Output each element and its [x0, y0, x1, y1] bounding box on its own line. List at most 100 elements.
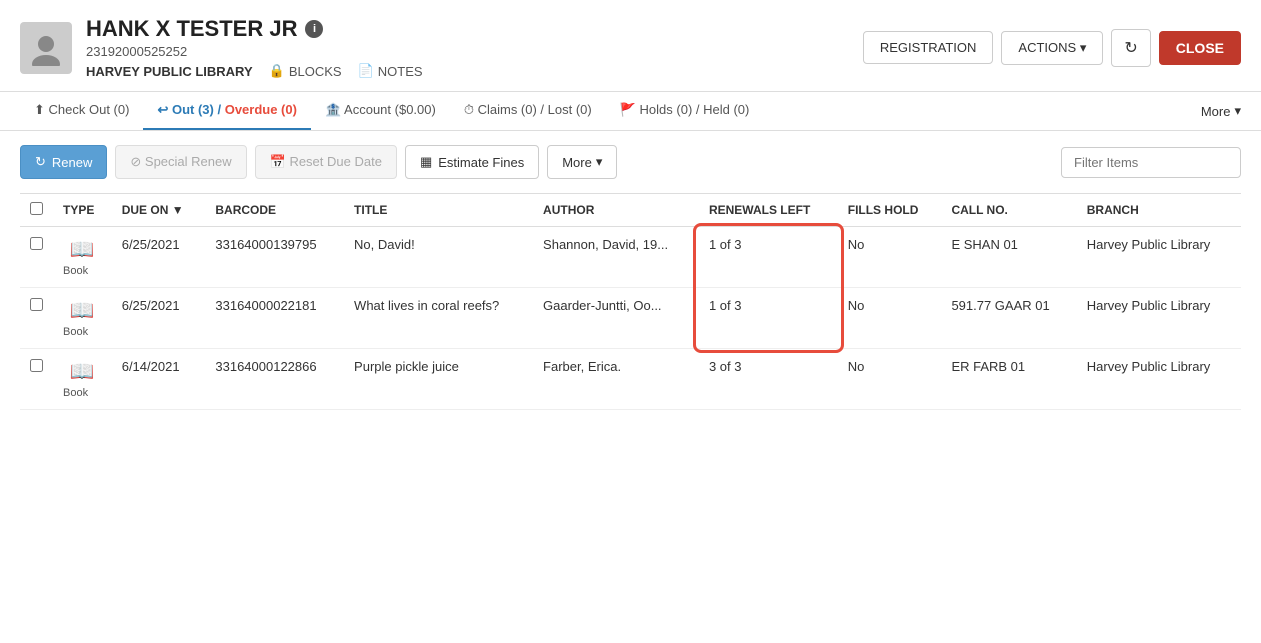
notes-link[interactable]: 📄 NOTES: [358, 63, 423, 79]
book-label: Book: [63, 326, 88, 338]
col-title: TITLE: [344, 194, 533, 227]
fines-icon: ▦: [420, 154, 432, 170]
row-barcode: 33164000022181: [205, 288, 344, 349]
table-row: 📖 Book 6/14/2021 33164000122866 Purple p…: [20, 349, 1241, 410]
col-due-on[interactable]: DUE ON ▼: [112, 194, 206, 227]
toolbar: ↻ Renew ⊘ Special Renew 📅 Reset Due Date…: [0, 131, 1261, 193]
col-call-no: CALL NO.: [941, 194, 1076, 227]
row-type: 📖 Book: [53, 349, 112, 410]
book-icon: 📖: [63, 359, 102, 384]
col-barcode: BARCODE: [205, 194, 344, 227]
col-checkbox: [20, 194, 53, 227]
holds-icon: 🚩: [620, 102, 636, 117]
row-branch: Harvey Public Library: [1077, 288, 1241, 349]
row-type: 📖 Book: [53, 227, 112, 288]
out-icon: ↩: [157, 102, 168, 117]
row-renewals-left: 1 of 3: [699, 288, 838, 349]
row-renewals-left: 3 of 3: [699, 349, 838, 410]
row-checkbox-cell: [20, 288, 53, 349]
row-due-on: 6/25/2021: [112, 227, 206, 288]
chevron-down-icon: ▾: [596, 154, 603, 170]
row-fills-hold: No: [838, 227, 942, 288]
row-checkbox[interactable]: [30, 359, 43, 372]
account-icon: 🏦: [325, 102, 341, 117]
special-renew-icon: ⊘: [130, 154, 141, 169]
items-table-wrap: TYPE DUE ON ▼ BARCODE TITLE AUTHOR RENEW…: [0, 193, 1261, 430]
table-row: 📖 Book 6/25/2021 33164000139795 No, Davi…: [20, 227, 1241, 288]
row-due-on: 6/25/2021: [112, 288, 206, 349]
row-call-no: ER FARB 01: [941, 349, 1076, 410]
filter-input[interactable]: [1061, 147, 1241, 178]
tab-account[interactable]: 🏦 Account ($0.00): [311, 92, 450, 130]
row-author: Farber, Erica.: [533, 349, 699, 410]
select-all-checkbox[interactable]: [30, 202, 43, 215]
chevron-down-icon: ▾: [1234, 103, 1241, 119]
col-fills-hold: FILLS HOLD: [838, 194, 942, 227]
row-call-no: 591.77 GAAR 01: [941, 288, 1076, 349]
row-title: What lives in coral reefs?: [344, 288, 533, 349]
row-fills-hold: No: [838, 288, 942, 349]
row-checkbox-cell: [20, 349, 53, 410]
tab-claims[interactable]: ⏱ Claims (0) / Lost (0): [450, 92, 606, 130]
patron-name: HANK X TESTER JR i: [86, 16, 423, 42]
claims-icon: ⏱: [464, 102, 474, 117]
patron-info: HANK X TESTER JR i 23192000525252 HARVEY…: [86, 16, 423, 79]
row-branch: Harvey Public Library: [1077, 349, 1241, 410]
tab-out-overdue[interactable]: ↩ Out (3) / Overdue (0): [143, 92, 311, 130]
tabs-more-button[interactable]: More ▾: [1201, 93, 1241, 129]
patron-buttons: REGISTRATION ACTIONS ▾ ↻ CLOSE: [863, 29, 1241, 67]
library-name: HARVEY PUBLIC LIBRARY: [86, 64, 253, 79]
tab-holds[interactable]: 🚩 Holds (0) / Held (0): [606, 92, 764, 130]
row-fills-hold: No: [838, 349, 942, 410]
table-header-row: TYPE DUE ON ▼ BARCODE TITLE AUTHOR RENEW…: [20, 194, 1241, 227]
book-icon: 📖: [63, 298, 102, 323]
row-barcode: 33164000139795: [205, 227, 344, 288]
row-title: Purple pickle juice: [344, 349, 533, 410]
more-button[interactable]: More ▾: [547, 145, 617, 179]
table-row: 📖 Book 6/25/2021 33164000022181 What liv…: [20, 288, 1241, 349]
info-icon[interactable]: i: [305, 20, 323, 38]
actions-button[interactable]: ACTIONS ▾: [1001, 31, 1103, 65]
col-type: TYPE: [53, 194, 112, 227]
row-branch: Harvey Public Library: [1077, 227, 1241, 288]
row-type: 📖 Book: [53, 288, 112, 349]
library-row: HARVEY PUBLIC LIBRARY 🔒 BLOCKS 📄 NOTES: [86, 63, 423, 79]
patron-header: HANK X TESTER JR i 23192000525252 HARVEY…: [0, 0, 1261, 92]
row-call-no: E SHAN 01: [941, 227, 1076, 288]
renew-button[interactable]: ↻ Renew: [20, 145, 107, 179]
chevron-down-icon: ▾: [1080, 40, 1087, 55]
row-author: Shannon, David, 19...: [533, 227, 699, 288]
book-icon: 📖: [63, 237, 102, 262]
col-renewals-left: RENEWALS LEFT: [699, 194, 838, 227]
close-button[interactable]: CLOSE: [1159, 31, 1241, 65]
reset-due-date-button: 📅 Reset Due Date: [255, 145, 397, 179]
avatar: [20, 22, 72, 74]
refresh-button[interactable]: ↻: [1111, 29, 1150, 67]
renew-icon: ↻: [35, 154, 46, 170]
notes-icon: 📄: [358, 63, 374, 79]
refresh-icon: ↻: [1124, 40, 1137, 57]
registration-button[interactable]: REGISTRATION: [863, 31, 994, 64]
row-title: No, David!: [344, 227, 533, 288]
row-checkbox-cell: [20, 227, 53, 288]
tabs-bar: ⬆ Check Out (0) ↩ Out (3) / Overdue (0) …: [0, 92, 1261, 131]
estimate-fines-button[interactable]: ▦ Estimate Fines: [405, 145, 539, 179]
tab-checkout[interactable]: ⬆ Check Out (0): [20, 92, 143, 130]
items-table: TYPE DUE ON ▼ BARCODE TITLE AUTHOR RENEW…: [20, 193, 1241, 410]
special-renew-button: ⊘ Special Renew: [115, 145, 246, 179]
patron-barcode: 23192000525252: [86, 44, 423, 59]
lock-icon: 🔒: [269, 63, 285, 79]
row-checkbox[interactable]: [30, 237, 43, 250]
calendar-icon: 📅: [270, 154, 286, 169]
row-barcode: 33164000122866: [205, 349, 344, 410]
row-renewals-left: 1 of 3: [699, 227, 838, 288]
row-due-on: 6/14/2021: [112, 349, 206, 410]
row-checkbox[interactable]: [30, 298, 43, 311]
col-author: AUTHOR: [533, 194, 699, 227]
blocks-link[interactable]: 🔒 BLOCKS: [269, 63, 342, 79]
col-branch: BRANCH: [1077, 194, 1241, 227]
book-label: Book: [63, 387, 88, 399]
row-author: Gaarder-Juntti, Oo...: [533, 288, 699, 349]
patron-left: HANK X TESTER JR i 23192000525252 HARVEY…: [20, 16, 423, 79]
book-label: Book: [63, 265, 88, 277]
